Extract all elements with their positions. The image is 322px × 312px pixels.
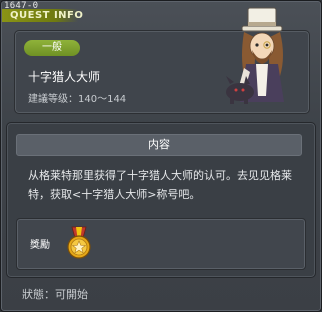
- window-title: QUEST INFO: [10, 10, 84, 21]
- recommended-level: 建議等级：140～144: [28, 94, 127, 105]
- medal-icon[interactable]: [64, 226, 94, 260]
- npc-portrait-icon: [226, 7, 284, 104]
- quest-description: 从格莱特那里获得了十字猎人大师的认可。去见见格莱特，获取<十字猎人大师>称号吧。: [28, 169, 292, 201]
- quest-name: 十字猎人大师: [28, 70, 101, 84]
- reward-label: 獎勵: [30, 240, 50, 251]
- content-heading: 内容: [148, 138, 170, 151]
- reward-panel: [16, 218, 306, 270]
- quest-status: 狀態：可開始: [22, 288, 88, 301]
- category-badge: 一般: [24, 40, 80, 56]
